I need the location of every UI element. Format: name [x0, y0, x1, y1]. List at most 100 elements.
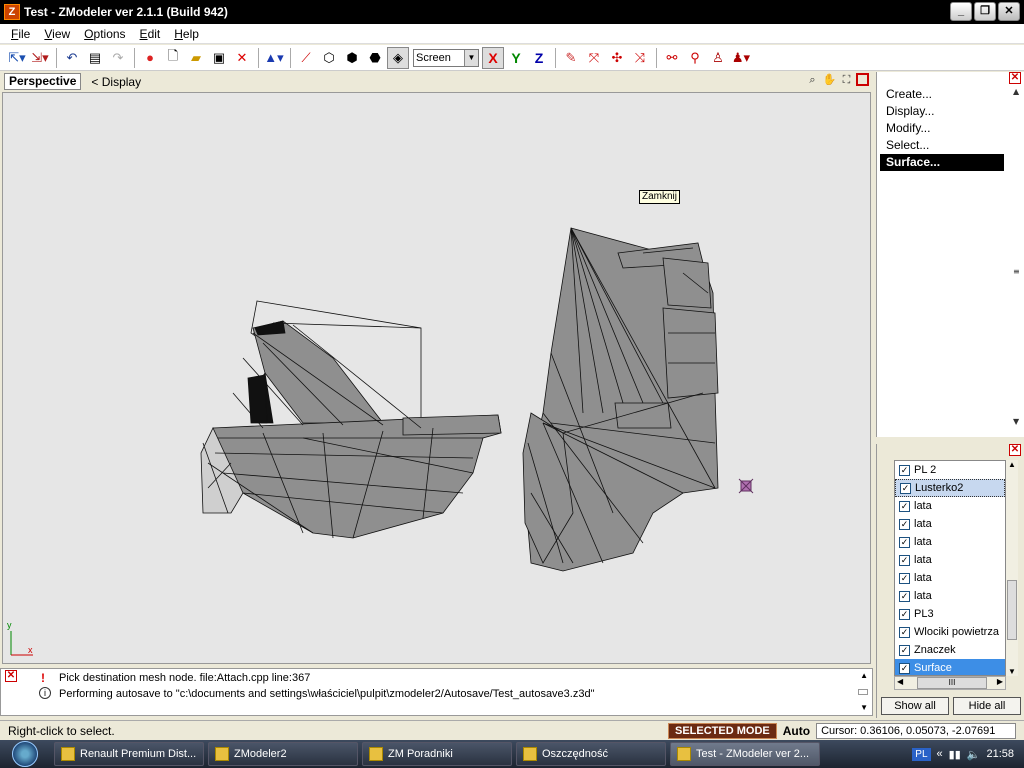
visibility-checkbox[interactable]: ✓ [899, 500, 910, 512]
new-file-icon[interactable]: 🗋 [162, 47, 184, 69]
scroll-left-icon[interactable]: ◀ [897, 677, 903, 686]
scroll-up-icon[interactable]: ▲ [1006, 460, 1018, 469]
visibility-checkbox[interactable]: ✓ [899, 464, 910, 476]
axis-z-toggle[interactable]: Z [528, 47, 550, 69]
minimize-button[interactable]: _ [950, 2, 972, 21]
list-item[interactable]: ✓ Wlociki powietrza [895, 623, 1005, 641]
scroll-right-icon[interactable]: ▶ [997, 677, 1003, 686]
face-mode-icon[interactable]: ⬢ [341, 47, 363, 69]
list-vscrollbar[interactable]: ▲ ▼ [1006, 460, 1018, 676]
skeleton-icon[interactable]: ⚲ [684, 47, 706, 69]
maximize-button[interactable]: ❐ [974, 2, 996, 21]
taskbar-task[interactable]: Test - ZModeler ver 2... [670, 742, 820, 766]
axes-rotate-icon[interactable]: ✣ [606, 47, 628, 69]
clipboard-icon[interactable]: ▤ [84, 47, 106, 69]
taskbar-task[interactable]: Renault Premium Dist... [54, 742, 204, 766]
list-item[interactable]: ✓ lata [895, 515, 1005, 533]
menu-help[interactable]: Help [167, 27, 206, 41]
open-folder-icon[interactable]: ▰ [185, 47, 207, 69]
menu-file[interactable]: File [4, 27, 37, 41]
command-menu-item[interactable]: Display... [880, 103, 1004, 120]
language-indicator[interactable]: PL [912, 747, 931, 761]
volume-icon[interactable]: 🔈 [967, 748, 981, 761]
visibility-checkbox[interactable]: ✓ [899, 572, 910, 584]
scroll-down-icon[interactable]: ▼ [860, 703, 868, 712]
close-icon[interactable]: ✕ [1009, 444, 1021, 456]
zoom-extents-icon[interactable]: ⛶ [839, 73, 854, 88]
vertex-mode-icon[interactable]: ⟋ [295, 47, 317, 69]
paint-icon[interactable]: ✎ [560, 47, 582, 69]
axis-y-toggle[interactable]: Y [505, 47, 527, 69]
visibility-checkbox[interactable]: ✓ [899, 662, 910, 674]
surface-mode-icon[interactable]: ◈ [387, 46, 409, 69]
visibility-checkbox[interactable]: ✓ [899, 590, 910, 602]
pan-hand-icon[interactable]: ✋ [822, 73, 837, 88]
command-menu-item[interactable]: Create... [880, 86, 1004, 103]
viewport-canvas[interactable]: y x Zamknij [2, 92, 871, 664]
list-item[interactable]: ✓ lata [895, 497, 1005, 515]
visibility-checkbox[interactable]: ✓ [900, 482, 911, 494]
list-item[interactable]: ✓ Znaczek [895, 641, 1005, 659]
figure-icon[interactable]: ♙ [707, 47, 729, 69]
maximize-viewport-icon[interactable] [856, 73, 869, 86]
list-item[interactable]: ✓ PL 2 [895, 461, 1005, 479]
scroll-down-icon[interactable]: ▼ [1006, 667, 1018, 676]
visibility-checkbox[interactable]: ✓ [899, 554, 910, 566]
list-item[interactable]: ✓ lata [895, 569, 1005, 587]
command-menu-item[interactable]: Select... [880, 137, 1004, 154]
taskbar-task[interactable]: ZM Poradniki [362, 742, 512, 766]
axes-move-icon[interactable]: ⤧ [583, 47, 605, 69]
list-item[interactable]: ✓ Surface [895, 659, 1005, 675]
command-menu-item[interactable]: Modify... [880, 120, 1004, 137]
visibility-checkbox[interactable]: ✓ [899, 608, 910, 620]
object-mode-icon[interactable]: ⬣ [364, 47, 386, 69]
close-button[interactable]: ✕ [998, 2, 1020, 21]
visibility-checkbox[interactable]: ✓ [899, 518, 910, 530]
list-item[interactable]: ✓ Lusterko2 [895, 479, 1005, 497]
bone-icon[interactable]: ⚯ [661, 47, 683, 69]
menu-view[interactable]: View [37, 27, 77, 41]
hide-all-button[interactable]: Hide all [953, 697, 1021, 715]
axis-x-toggle[interactable]: X [482, 46, 504, 69]
export-icon[interactable]: ⇲▾ [29, 47, 51, 69]
network-icon[interactable]: ▮▮ [949, 748, 961, 761]
menu-edit[interactable]: Edit [133, 27, 168, 41]
visibility-checkbox[interactable]: ✓ [899, 626, 910, 638]
selected-mode-badge[interactable]: SELECTED MODE [668, 722, 777, 739]
title-bar[interactable]: Z Test - ZModeler ver 2.1.1 (Build 942) … [0, 0, 1024, 24]
scroll-thumb[interactable] [1007, 580, 1017, 640]
scroll-up-icon[interactable]: ▲ [860, 671, 868, 680]
figure-menu-icon[interactable]: ♟▾ [730, 47, 752, 69]
taskbar-task[interactable]: ZModeler2 [208, 742, 358, 766]
edge-mode-icon[interactable]: ⬡ [318, 47, 340, 69]
show-all-button[interactable]: Show all [881, 697, 949, 715]
command-menu-item[interactable]: Surface... [880, 154, 1004, 171]
list-item[interactable]: ✓ lata [895, 551, 1005, 569]
redo-icon[interactable]: ↷ [107, 47, 129, 69]
cone-icon[interactable]: ▲▾ [263, 47, 285, 69]
tray-arrow-icon[interactable]: « [937, 748, 943, 760]
zoom-icon[interactable]: ⌕ [805, 73, 820, 88]
save-icon[interactable]: ▣ [208, 47, 230, 69]
delete-icon[interactable]: ✕ [231, 47, 253, 69]
close-icon[interactable]: ✕ [1009, 72, 1021, 84]
visibility-checkbox[interactable]: ✓ [899, 536, 910, 548]
list-hscrollbar[interactable]: ◀ III ▶ [894, 676, 1006, 690]
list-item[interactable]: ✓ PL3 [895, 605, 1005, 623]
hscroll-thumb[interactable]: III [917, 677, 987, 689]
console-scroll-thumb[interactable] [858, 689, 868, 695]
object-list[interactable]: ✓ PL 2 ✓ Lusterko2 ✓ lata ✓ lata ✓ lata ✓ lata ✓ lata… [894, 460, 1006, 676]
start-button[interactable] [0, 740, 50, 768]
undo-icon[interactable]: ↶ [61, 47, 83, 69]
menu-options[interactable]: Options [77, 27, 132, 41]
auto-indicator[interactable]: Auto [783, 724, 810, 738]
viewport-name[interactable]: Perspective [4, 73, 82, 90]
record-icon[interactable]: ● [139, 47, 161, 69]
display-dropdown[interactable]: < Display [91, 75, 141, 89]
visibility-checkbox[interactable]: ✓ [899, 644, 910, 656]
panel-scrollbar[interactable]: ▲ ≡ ▼ [1011, 86, 1023, 426]
list-item[interactable]: ✓ lata [895, 533, 1005, 551]
taskbar-task[interactable]: Oszczędność [516, 742, 666, 766]
clock[interactable]: 21:58 [986, 748, 1014, 760]
coord-system-select[interactable]: Screen ▼ [413, 48, 479, 67]
